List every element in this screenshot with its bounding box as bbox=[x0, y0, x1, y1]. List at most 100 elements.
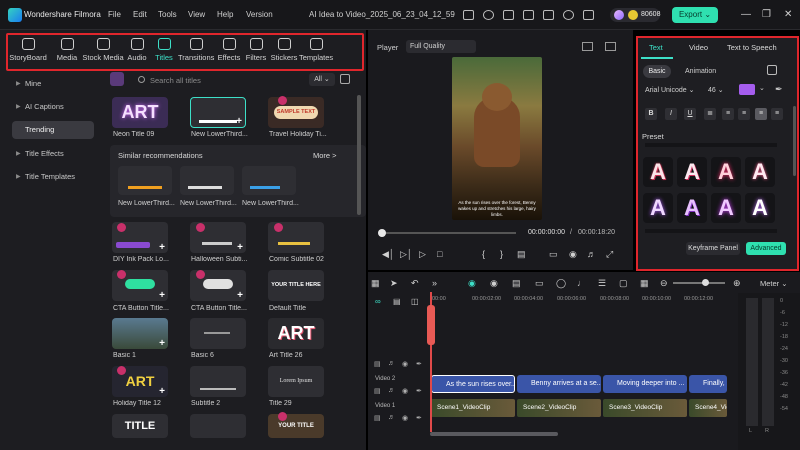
link-icon[interactable]: ∞ bbox=[375, 297, 381, 306]
export-button[interactable]: Export ⌄ bbox=[672, 7, 718, 23]
track-lock-icon[interactable]: ▤ bbox=[374, 360, 381, 368]
playback-progress[interactable] bbox=[381, 232, 516, 234]
stop-icon[interactable]: □ bbox=[437, 249, 442, 259]
title-thumb[interactable]: TITLE bbox=[112, 414, 168, 438]
add-icon[interactable]: + bbox=[159, 338, 165, 349]
track-lock-icon[interactable]: ▤ bbox=[374, 414, 381, 422]
subtab-basic[interactable]: Basic bbox=[643, 65, 671, 78]
speed-icon[interactable]: ▤ bbox=[512, 278, 521, 289]
title-thumb[interactable]: SAMPLE TEXT bbox=[268, 97, 324, 128]
titles-scrollbar[interactable] bbox=[357, 95, 361, 215]
library-icon[interactable] bbox=[110, 72, 124, 86]
step-back-icon[interactable]: ▷│ bbox=[400, 249, 413, 260]
add-track-icon[interactable]: ◫ bbox=[411, 297, 419, 306]
add-icon[interactable]: + bbox=[237, 242, 243, 253]
mic-icon[interactable]: ♩ bbox=[577, 278, 586, 288]
text-clip[interactable]: Benny arrives at a se... bbox=[517, 375, 601, 393]
crop-icon[interactable]: ▢ bbox=[619, 278, 628, 289]
layout-icon[interactable] bbox=[523, 10, 534, 20]
subtab-animation[interactable]: Animation bbox=[685, 68, 716, 75]
zoom-out-icon[interactable]: ⊖ bbox=[660, 278, 668, 289]
preset-style[interactable]: A bbox=[677, 193, 707, 223]
title-thumb[interactable]: YOUR TITLE bbox=[268, 414, 324, 438]
tool-filters[interactable]: Filters bbox=[244, 36, 268, 68]
video-clip[interactable]: Scene4_VideoClip bbox=[689, 399, 727, 417]
menu-file[interactable]: File bbox=[108, 10, 121, 19]
avatar[interactable] bbox=[614, 10, 624, 20]
preset-style[interactable]: A bbox=[711, 193, 741, 223]
meter-select[interactable]: Meter ⌄ bbox=[760, 279, 788, 288]
color-icon[interactable]: ◉ bbox=[490, 278, 498, 289]
previous-frame-icon[interactable]: ◀│ bbox=[382, 249, 395, 260]
playhead-handle[interactable] bbox=[427, 305, 435, 345]
add-icon[interactable]: + bbox=[237, 290, 243, 301]
underline-button[interactable]: U bbox=[684, 108, 696, 120]
play-icon[interactable]: ▷ bbox=[419, 249, 426, 260]
title-thumb[interactable]: Lorem Ipsum bbox=[268, 366, 324, 397]
zoom-knob[interactable] bbox=[702, 279, 709, 286]
sidebar-item-ai-captions[interactable]: ▶ AI Captions bbox=[12, 98, 94, 116]
screen-icon[interactable] bbox=[503, 10, 514, 20]
title-thumb[interactable]: ART bbox=[112, 97, 168, 128]
grid-view-icon[interactable] bbox=[582, 42, 593, 51]
video-clip[interactable]: Scene3_VideoClip bbox=[603, 399, 687, 417]
track-edit-icon[interactable]: ✒ bbox=[416, 414, 422, 422]
preset-style[interactable]: A bbox=[643, 193, 673, 223]
track-lock-icon[interactable]: ▤ bbox=[374, 387, 381, 395]
snapshot-icon[interactable] bbox=[605, 42, 616, 51]
menu-tools[interactable]: Tools bbox=[158, 10, 177, 19]
title-thumb[interactable] bbox=[190, 366, 246, 397]
monitor-icon[interactable] bbox=[463, 10, 474, 20]
minimize-icon[interactable]: — bbox=[741, 9, 751, 20]
list-icon[interactable]: ☰ bbox=[598, 278, 606, 289]
split-view-icon[interactable]: ▤ bbox=[517, 249, 526, 260]
track-edit-icon[interactable]: ✒ bbox=[416, 360, 422, 368]
add-icon[interactable]: + bbox=[159, 242, 165, 253]
preset-style[interactable]: A bbox=[677, 157, 707, 187]
tool-titles[interactable]: Titles bbox=[152, 36, 176, 68]
undo-icon[interactable]: ↶ bbox=[411, 278, 419, 289]
display-icon[interactable]: ▭ bbox=[549, 249, 558, 260]
menu-help[interactable]: Help bbox=[217, 10, 233, 19]
track-audio-icon[interactable]: ♬ bbox=[388, 414, 395, 421]
title-thumb[interactable]: + bbox=[190, 97, 246, 128]
upload-icon[interactable] bbox=[583, 10, 594, 20]
menu-edit[interactable]: Edit bbox=[133, 10, 147, 19]
text-case-button[interactable]: ≣ bbox=[704, 108, 716, 120]
title-thumb[interactable]: YOUR TITLE HERE bbox=[268, 270, 324, 301]
tool-transitions[interactable]: Transitions bbox=[178, 36, 214, 68]
advanced-button[interactable]: Advanced bbox=[746, 242, 786, 255]
close-icon[interactable]: ✕ bbox=[784, 9, 792, 20]
eyedropper-icon[interactable]: ✒ bbox=[775, 84, 783, 95]
send-icon[interactable] bbox=[483, 10, 494, 20]
video-preview[interactable] bbox=[452, 57, 542, 220]
track-edit-icon[interactable]: ✒ bbox=[416, 387, 422, 395]
tab-text-to-speech[interactable]: Text to Speech bbox=[727, 43, 777, 52]
recommend-thumb[interactable] bbox=[242, 166, 296, 195]
mark-in-icon[interactable]: { bbox=[482, 249, 485, 259]
video-clip[interactable]: Scene2_VideoClip bbox=[517, 399, 601, 417]
video-clip[interactable]: Scene1_VideoClip bbox=[431, 399, 515, 417]
add-icon[interactable]: + bbox=[159, 386, 165, 397]
text-color-swatch[interactable] bbox=[739, 84, 755, 95]
tool-media[interactable]: Media bbox=[53, 36, 81, 68]
recommendations-more-link[interactable]: More > bbox=[313, 151, 337, 160]
track-manage-icon[interactable]: ▤ bbox=[393, 297, 401, 306]
recommend-thumb[interactable] bbox=[180, 166, 234, 195]
add-icon[interactable]: + bbox=[236, 116, 242, 127]
track-audio-icon[interactable]: ♬ bbox=[388, 360, 395, 367]
tool-stock-media[interactable]: Stock Media bbox=[82, 36, 124, 68]
filter-select[interactable]: All ⌄ bbox=[309, 73, 335, 86]
tool-stickers[interactable]: Stickers bbox=[270, 36, 298, 68]
more-icon[interactable]: » bbox=[432, 278, 437, 288]
save-preset-icon[interactable] bbox=[767, 65, 777, 75]
title-thumb[interactable] bbox=[190, 414, 246, 438]
shield-icon[interactable]: ◯ bbox=[556, 278, 566, 289]
font-size-select[interactable]: 46 ⌄ bbox=[708, 86, 724, 94]
keyframe-panel-button[interactable]: Keyframe Panel bbox=[686, 242, 740, 255]
ai-tool-icon[interactable]: ◉ bbox=[468, 278, 476, 289]
cloud-icon[interactable] bbox=[563, 10, 574, 20]
preset-style[interactable]: A bbox=[745, 157, 775, 187]
font-family-select[interactable]: Arial Unicode ⌄ bbox=[645, 86, 694, 94]
mark-out-icon[interactable]: } bbox=[500, 249, 503, 259]
